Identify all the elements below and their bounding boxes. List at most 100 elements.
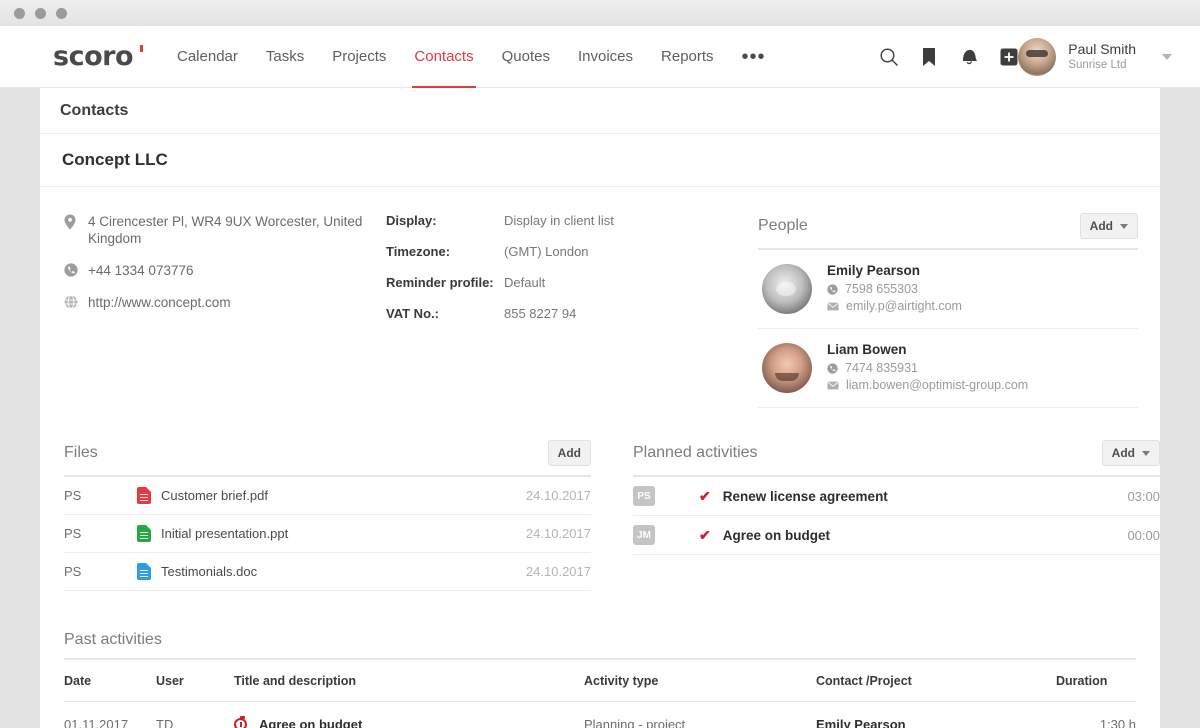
people-add-button[interactable]: Add <box>1079 213 1138 239</box>
user-menu[interactable]: Paul Smith Sunrise Ltd <box>1018 26 1172 88</box>
people-title: People <box>758 217 808 234</box>
table-row[interactable]: 01.11.2017 TD Agree on budget Planning -… <box>64 701 1136 728</box>
activity-title[interactable]: Agree on budget <box>259 717 362 728</box>
person-row[interactable]: Emily Pearson 7598 655303 emily.p@airtig… <box>758 250 1138 329</box>
nav-item-reports[interactable]: Reports <box>647 26 728 88</box>
nav-item-contacts[interactable]: Contacts <box>400 26 487 88</box>
planned-activities-panel: Planned activities Add PS ✔ Renew licens… <box>633 440 1160 591</box>
column-header-contact-project[interactable]: Contact /Project <box>816 660 1056 702</box>
property-row: Display: Display in client list <box>386 213 730 228</box>
cell-duration: 1:30 h <box>1056 701 1136 728</box>
nav-item-invoices[interactable]: Invoices <box>564 26 647 88</box>
person-phone-row: 7474 835931 <box>827 360 1028 377</box>
plus-box-icon[interactable] <box>998 46 1020 68</box>
property-value: Default <box>504 275 546 290</box>
doc-file-icon <box>137 563 151 580</box>
avatar <box>762 264 812 314</box>
company-name: Concept LLC <box>62 150 168 169</box>
column-header-user[interactable]: User <box>156 660 234 702</box>
file-row[interactable]: PS Initial presentation.ppt 24.10.2017 <box>64 515 591 553</box>
planned-activity-row[interactable]: PS ✔ Renew license agreement 03:00 <box>633 477 1160 516</box>
people-panel: People Add Emily Pearson 7598 655303 emi… <box>758 213 1138 408</box>
person-email[interactable]: liam.bowen@optimist-group.com <box>846 377 1028 394</box>
company-header: Concept LLC <box>40 134 1160 187</box>
person-phone: 7598 655303 <box>845 282 918 296</box>
page-title: Contacts <box>60 101 129 119</box>
nav-item-tasks[interactable]: Tasks <box>252 26 318 88</box>
check-icon: ✔ <box>699 526 711 543</box>
map-pin-icon <box>64 213 88 230</box>
file-row[interactable]: PS Testimonials.doc 24.10.2017 <box>64 553 591 591</box>
scoro-logo[interactable]: scoro ' <box>53 41 146 72</box>
nav-item-projects[interactable]: Projects <box>318 26 400 88</box>
stopwatch-icon <box>234 716 247 728</box>
person-phone-row: 7598 655303 <box>827 281 962 298</box>
person-name: Liam Bowen <box>827 342 907 357</box>
planned-add-button[interactable]: Add <box>1101 440 1160 466</box>
contact-properties: Display: Display in client list Timezone… <box>380 213 730 408</box>
globe-icon <box>64 294 88 309</box>
cell-title: Agree on budget <box>234 701 584 728</box>
files-add-label: Add <box>557 446 581 460</box>
contact-info: 4 Cirencester Pl, WR4 9UX Worcester, Uni… <box>40 213 380 408</box>
person-name: Emily Pearson <box>827 263 921 278</box>
chevron-down-icon[interactable] <box>1162 54 1172 60</box>
nav-more-button[interactable]: ••• <box>728 26 780 88</box>
contact-address: 4 Cirencester Pl, WR4 9UX Worcester, Uni… <box>88 214 363 246</box>
card-header: Contacts <box>40 88 1160 134</box>
contact-website[interactable]: http://www.concept.com <box>88 294 231 311</box>
property-key: Display: <box>386 213 437 228</box>
planned-activity-row[interactable]: JM ✔ Agree on budget 00:00 <box>633 516 1160 555</box>
cell-activity-type: Planning - project <box>584 701 816 728</box>
contact-name[interactable]: Emily Pearson <box>816 717 1056 728</box>
person-email-row: emily.p@airtight.com <box>827 298 962 315</box>
window-maximize-dot[interactable] <box>56 7 67 19</box>
people-panel-header: People Add <box>758 213 1138 250</box>
property-row: Reminder profile: Default <box>386 275 730 290</box>
file-date: 24.10.2017 <box>525 488 591 503</box>
planned-activity-title[interactable]: Renew license agreement <box>723 489 1128 504</box>
file-name-cell: Customer brief.pdf <box>137 487 526 504</box>
past-activities-title: Past activities <box>64 631 1136 660</box>
planned-activity-title[interactable]: Agree on budget <box>723 528 1128 543</box>
file-name-cell: Testimonials.doc <box>137 563 526 580</box>
person-row[interactable]: Liam Bowen 7474 835931 liam.bowen@optimi… <box>758 329 1138 408</box>
planned-activity-duration: 03:00 <box>1127 488 1160 504</box>
file-name[interactable]: Initial presentation.ppt <box>161 526 288 541</box>
files-title: Files <box>64 444 98 461</box>
person-phone: 7474 835931 <box>845 361 918 375</box>
cell-contact-project: Emily Pearson Concept Upgrade <box>816 701 1056 728</box>
person-email[interactable]: emily.p@airtight.com <box>846 298 962 315</box>
avatar <box>762 343 812 393</box>
window-close-dot[interactable] <box>14 7 25 19</box>
person-email-row: liam.bowen@optimist-group.com <box>827 377 1028 394</box>
files-panel-header: Files Add <box>64 440 591 477</box>
property-key: VAT No.: <box>386 306 439 321</box>
property-row: Timezone: (GMT) London <box>386 244 730 259</box>
file-name[interactable]: Testimonials.doc <box>161 564 257 579</box>
mid-section: Files Add PS Customer brief.pdf 24.10.20… <box>40 408 1160 591</box>
file-date: 24.10.2017 <box>525 564 591 579</box>
file-name[interactable]: Customer brief.pdf <box>161 488 268 503</box>
avatar <box>1018 38 1057 76</box>
nav-item-quotes[interactable]: Quotes <box>488 26 564 88</box>
user-badge: PS <box>633 486 655 506</box>
search-icon[interactable] <box>878 46 900 68</box>
column-header-activity-type[interactable]: Activity type <box>584 660 816 702</box>
files-add-button[interactable]: Add <box>547 440 591 466</box>
bookmark-icon[interactable] <box>918 46 940 68</box>
window-minimize-dot[interactable] <box>35 7 46 19</box>
column-header-date[interactable]: Date <box>64 660 156 702</box>
chevron-down-icon <box>1142 450 1150 456</box>
user-org: Sunrise Ltd <box>1068 59 1127 71</box>
app-header: scoro ' Calendar Tasks Projects Contacts … <box>0 26 1200 88</box>
file-row[interactable]: PS Customer brief.pdf 24.10.2017 <box>64 477 591 515</box>
contact-phone[interactable]: +44 1334 073776 <box>88 262 193 279</box>
bell-icon[interactable] <box>958 46 980 68</box>
file-user: PS <box>64 488 82 503</box>
column-header-duration[interactable]: Duration <box>1056 660 1136 702</box>
column-header-title[interactable]: Title and description <box>234 660 584 702</box>
past-activities-table: Date User Title and description Activity… <box>64 660 1136 728</box>
pdf-file-icon <box>137 487 151 504</box>
nav-item-calendar[interactable]: Calendar <box>163 26 252 88</box>
